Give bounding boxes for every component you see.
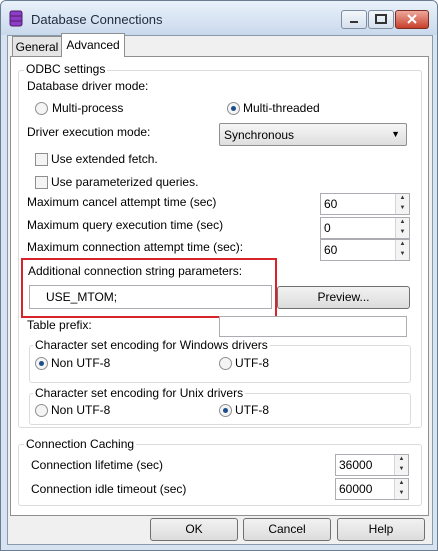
title-bar[interactable]: Database Connections <box>1 1 437 35</box>
connection-lifetime-label: Connection lifetime (sec) <box>31 458 164 472</box>
spin-up-icon[interactable]: ▲ <box>395 218 409 228</box>
help-button[interactable]: Help <box>337 518 425 541</box>
extended-fetch-label: Use extended fetch. <box>51 152 158 166</box>
odbc-settings-title: ODBC settings <box>24 62 108 76</box>
max-connection-value: 60 <box>324 243 338 257</box>
extended-fetch-checkbox[interactable] <box>35 153 48 166</box>
parameterized-queries-label: Use parameterized queries. <box>51 175 199 189</box>
max-cancel-label: Maximum cancel attempt time (sec) <box>27 195 217 209</box>
window-title: Database Connections <box>31 12 163 27</box>
idle-timeout-label: Connection idle timeout (sec) <box>31 482 187 496</box>
maximize-icon <box>375 14 387 24</box>
connection-caching-title: Connection Caching <box>24 437 137 451</box>
execution-mode-label: Driver execution mode: <box>27 125 151 139</box>
additional-params-value: USE_MTOM; <box>46 290 118 304</box>
idle-timeout-value: 60000 <box>339 482 373 496</box>
max-cancel-spinner[interactable]: 60 ▲ ▼ <box>320 193 410 215</box>
windows-non-utf8-radio[interactable] <box>35 357 48 370</box>
spin-up-icon[interactable]: ▲ <box>395 240 409 250</box>
chevron-down-icon: ▼ <box>391 129 400 139</box>
preview-label: Preview... <box>317 290 370 304</box>
parameterized-queries-checkbox[interactable] <box>35 176 48 189</box>
connection-lifetime-spinner[interactable]: 36000 ▲ ▼ <box>335 454 409 476</box>
windows-encoding-title: Character set encoding for Windows drive… <box>33 338 270 352</box>
maximize-button[interactable] <box>368 10 394 29</box>
additional-params-input[interactable]: USE_MTOM; <box>29 285 272 309</box>
max-connection-label: Maximum connection attempt time (sec): <box>27 240 244 254</box>
spin-up-icon[interactable]: ▲ <box>394 479 408 489</box>
spin-up-icon[interactable]: ▲ <box>395 194 409 204</box>
execution-mode-value: Synchronous <box>224 128 295 142</box>
help-label: Help <box>368 522 394 536</box>
minimize-icon <box>350 21 358 23</box>
cancel-label: Cancel <box>268 522 306 536</box>
table-prefix-input[interactable] <box>219 316 407 337</box>
spin-down-icon[interactable]: ▼ <box>395 228 409 238</box>
spin-down-icon[interactable]: ▼ <box>394 489 408 499</box>
windows-utf8-radio[interactable] <box>219 357 232 370</box>
spin-up-icon[interactable]: ▲ <box>394 455 408 465</box>
windows-utf8-label: UTF-8 <box>235 356 269 370</box>
tab-label: Advanced <box>66 38 120 52</box>
additional-params-label: Additional connection string parameters: <box>28 264 243 278</box>
close-button[interactable] <box>395 10 429 29</box>
max-connection-spinner[interactable]: 60 ▲ ▼ <box>320 239 410 261</box>
windows-non-utf8-label: Non UTF-8 <box>51 356 111 370</box>
unix-utf8-label: UTF-8 <box>235 403 269 417</box>
unix-non-utf8-label: Non UTF-8 <box>51 403 111 417</box>
unix-non-utf8-radio[interactable] <box>35 404 48 417</box>
max-query-spinner[interactable]: 0 ▲ ▼ <box>320 217 410 239</box>
multi-threaded-label: Multi-threaded <box>243 101 320 115</box>
multi-process-radio[interactable] <box>35 102 48 115</box>
multi-process-label: Multi-process <box>52 101 124 115</box>
spin-down-icon[interactable]: ▼ <box>395 250 409 260</box>
spin-down-icon[interactable]: ▼ <box>395 204 409 214</box>
close-icon <box>407 14 417 24</box>
max-cancel-value: 60 <box>324 197 338 211</box>
tab-advanced[interactable]: Advanced <box>61 33 125 57</box>
table-prefix-label: Table prefix: <box>27 318 92 332</box>
minimize-button[interactable] <box>341 10 367 29</box>
cancel-button[interactable]: Cancel <box>243 518 331 541</box>
tab-general[interactable]: General <box>12 36 62 57</box>
multi-threaded-radio[interactable] <box>227 102 240 115</box>
connection-lifetime-value: 36000 <box>339 458 373 472</box>
max-query-label: Maximum query execution time (sec) <box>27 218 224 232</box>
database-icon <box>9 10 23 27</box>
unix-encoding-title: Character set encoding for Unix drivers <box>33 386 246 400</box>
unix-utf8-radio[interactable] <box>219 404 232 417</box>
driver-mode-label: Database driver mode: <box>27 79 149 93</box>
execution-mode-select[interactable]: Synchronous ▼ <box>219 123 407 146</box>
idle-timeout-spinner[interactable]: 60000 ▲ ▼ <box>335 478 409 500</box>
ok-label: OK <box>185 522 203 536</box>
max-query-value: 0 <box>324 221 331 235</box>
preview-button[interactable]: Preview... <box>277 286 410 309</box>
ok-button[interactable]: OK <box>150 518 238 541</box>
spin-down-icon[interactable]: ▼ <box>394 465 408 475</box>
tab-label: General <box>15 40 59 54</box>
